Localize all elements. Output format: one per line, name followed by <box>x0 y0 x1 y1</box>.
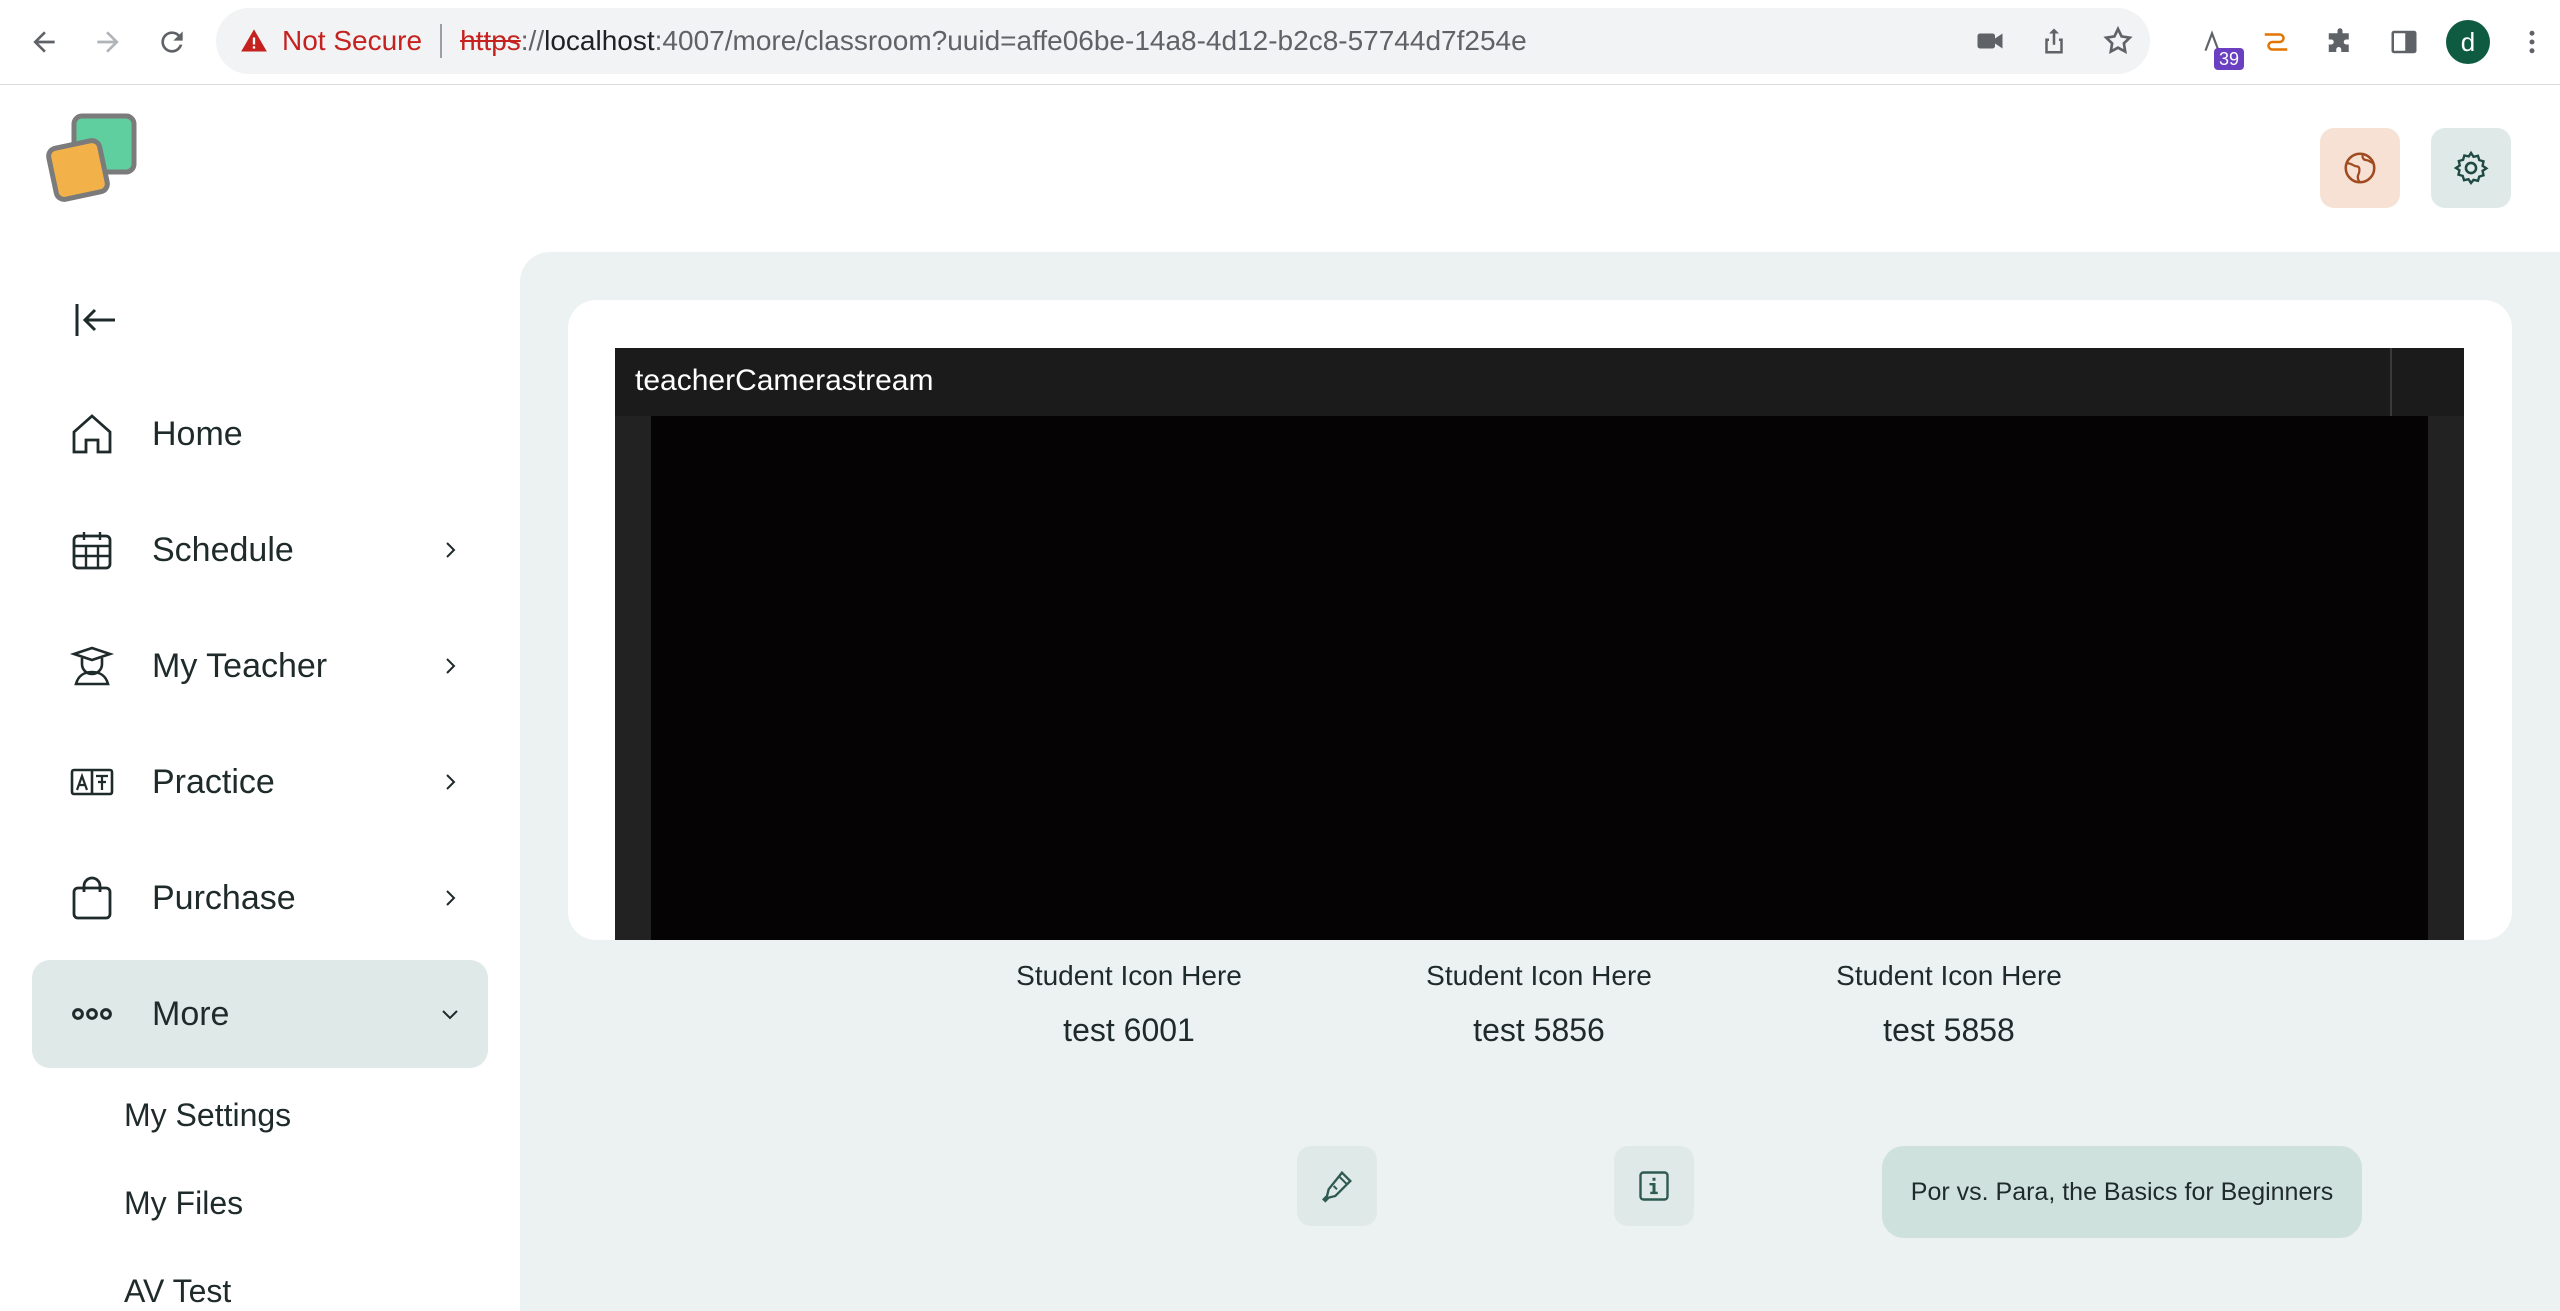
sidebar-item-practice[interactable]: Practice <box>32 728 488 836</box>
teacher-icon <box>68 642 116 690</box>
more-dots-icon <box>68 990 116 1038</box>
extensions-area: 39 d <box>2180 14 2560 70</box>
forward-arrow-icon <box>97 31 119 53</box>
student-icon-placeholder: Student Icon Here <box>1426 960 1652 991</box>
share-icon[interactable] <box>2022 26 2086 56</box>
camera-label: teacherCamerastream <box>635 364 934 397</box>
back-arrow-icon <box>33 31 55 53</box>
warning-icon <box>240 27 268 55</box>
sidebar-subitem-av-test[interactable]: AV Test <box>124 1273 231 1310</box>
reload-button[interactable] <box>148 18 196 66</box>
video-edge-right <box>2428 416 2464 940</box>
student-name: test 5856 <box>1473 1012 1605 1048</box>
info-icon <box>1639 1171 1669 1201</box>
browser-toolbar: Not Secure https://localhost:4007/more/c… <box>0 0 2560 85</box>
security-status[interactable]: Not Secure <box>282 25 422 57</box>
url-text[interactable]: https://localhost:4007/more/classroom?uu… <box>460 25 1527 57</box>
student-icon-placeholder: Student Icon Here <box>1836 960 2062 991</box>
video-divider <box>2390 348 2392 416</box>
bookmark-star-icon[interactable] <box>2086 25 2150 57</box>
pen-tool-button[interactable] <box>1297 1146 1377 1226</box>
student-tile[interactable]: Student Icon Here test 5856 <box>1389 956 1689 1049</box>
translate-icon <box>68 758 116 806</box>
profile-button[interactable]: d <box>2436 14 2500 70</box>
chevron-right-icon <box>432 532 468 568</box>
collapse-sidebar-button[interactable] <box>68 292 124 348</box>
lesson-title-button[interactable]: Por vs. Para, the Basics for Beginners <box>1882 1146 2362 1238</box>
sidebar-subitem-my-files[interactable]: My Files <box>124 1185 243 1222</box>
sidebar-item-home[interactable]: Home <box>32 380 488 488</box>
side-panel-icon[interactable] <box>2372 14 2436 70</box>
sidebar-item-label: More <box>152 994 230 1033</box>
language-button[interactable] <box>2320 128 2400 208</box>
sidebar-item-schedule[interactable]: Schedule <box>32 496 488 604</box>
extension-alerts-icon[interactable]: 39 <box>2180 14 2245 70</box>
back-button[interactable] <box>20 18 68 66</box>
extensions-puzzle-icon[interactable] <box>2308 14 2372 70</box>
sidebar-item-label: Home <box>152 414 243 453</box>
app-logo[interactable] <box>44 112 144 212</box>
student-icon-placeholder: Student Icon Here <box>1016 960 1242 991</box>
browser-menu-icon[interactable] <box>2500 14 2560 70</box>
chevron-right-icon <box>432 880 468 916</box>
settings-button[interactable] <box>2431 128 2511 208</box>
globe-icon <box>2344 152 2376 184</box>
sidebar-item-label: Purchase <box>152 878 296 917</box>
student-name: test 5858 <box>1883 1012 2015 1048</box>
chevron-right-icon <box>432 648 468 684</box>
omnibox-actions <box>1958 8 2150 74</box>
calendar-icon <box>68 526 116 574</box>
forward-button[interactable] <box>84 18 132 66</box>
extension-badge: 39 <box>2214 48 2245 70</box>
divider <box>440 24 443 58</box>
student-tile[interactable]: Student Icon Here test 5858 <box>1799 956 2099 1049</box>
chevron-down-icon <box>432 996 468 1032</box>
sidebar-subitem-my-settings[interactable]: My Settings <box>124 1097 291 1134</box>
shopping-bag-icon <box>68 874 116 922</box>
address-bar[interactable]: Not Secure https://localhost:4007/more/c… <box>216 8 2150 74</box>
sidebar-item-label: Practice <box>152 762 275 801</box>
chevron-right-icon <box>432 764 468 800</box>
sidebar-item-more[interactable]: More <box>32 960 488 1068</box>
extension-route-icon[interactable] <box>2244 14 2308 70</box>
teacher-camera-stream[interactable]: teacherCamerastream <box>615 348 2464 940</box>
video-edge-left <box>615 416 651 940</box>
home-icon <box>68 410 116 458</box>
camera-icon[interactable] <box>1958 26 2022 56</box>
sidebar-item-label: Schedule <box>152 530 294 569</box>
sidebar-item-label: My Teacher <box>152 646 328 685</box>
avatar: d <box>2446 20 2490 64</box>
student-tile[interactable]: Student Icon Here test 6001 <box>979 956 1279 1049</box>
sidebar-item-purchase[interactable]: Purchase <box>32 844 488 952</box>
sidebar-item-my-teacher[interactable]: My Teacher <box>32 612 488 720</box>
reload-icon <box>161 31 183 53</box>
info-button[interactable] <box>1614 1146 1694 1226</box>
pen-icon <box>1322 1170 1352 1203</box>
student-name: test 6001 <box>1063 1012 1195 1048</box>
collapse-arrow-icon <box>75 304 115 336</box>
gear-icon <box>2453 150 2489 186</box>
